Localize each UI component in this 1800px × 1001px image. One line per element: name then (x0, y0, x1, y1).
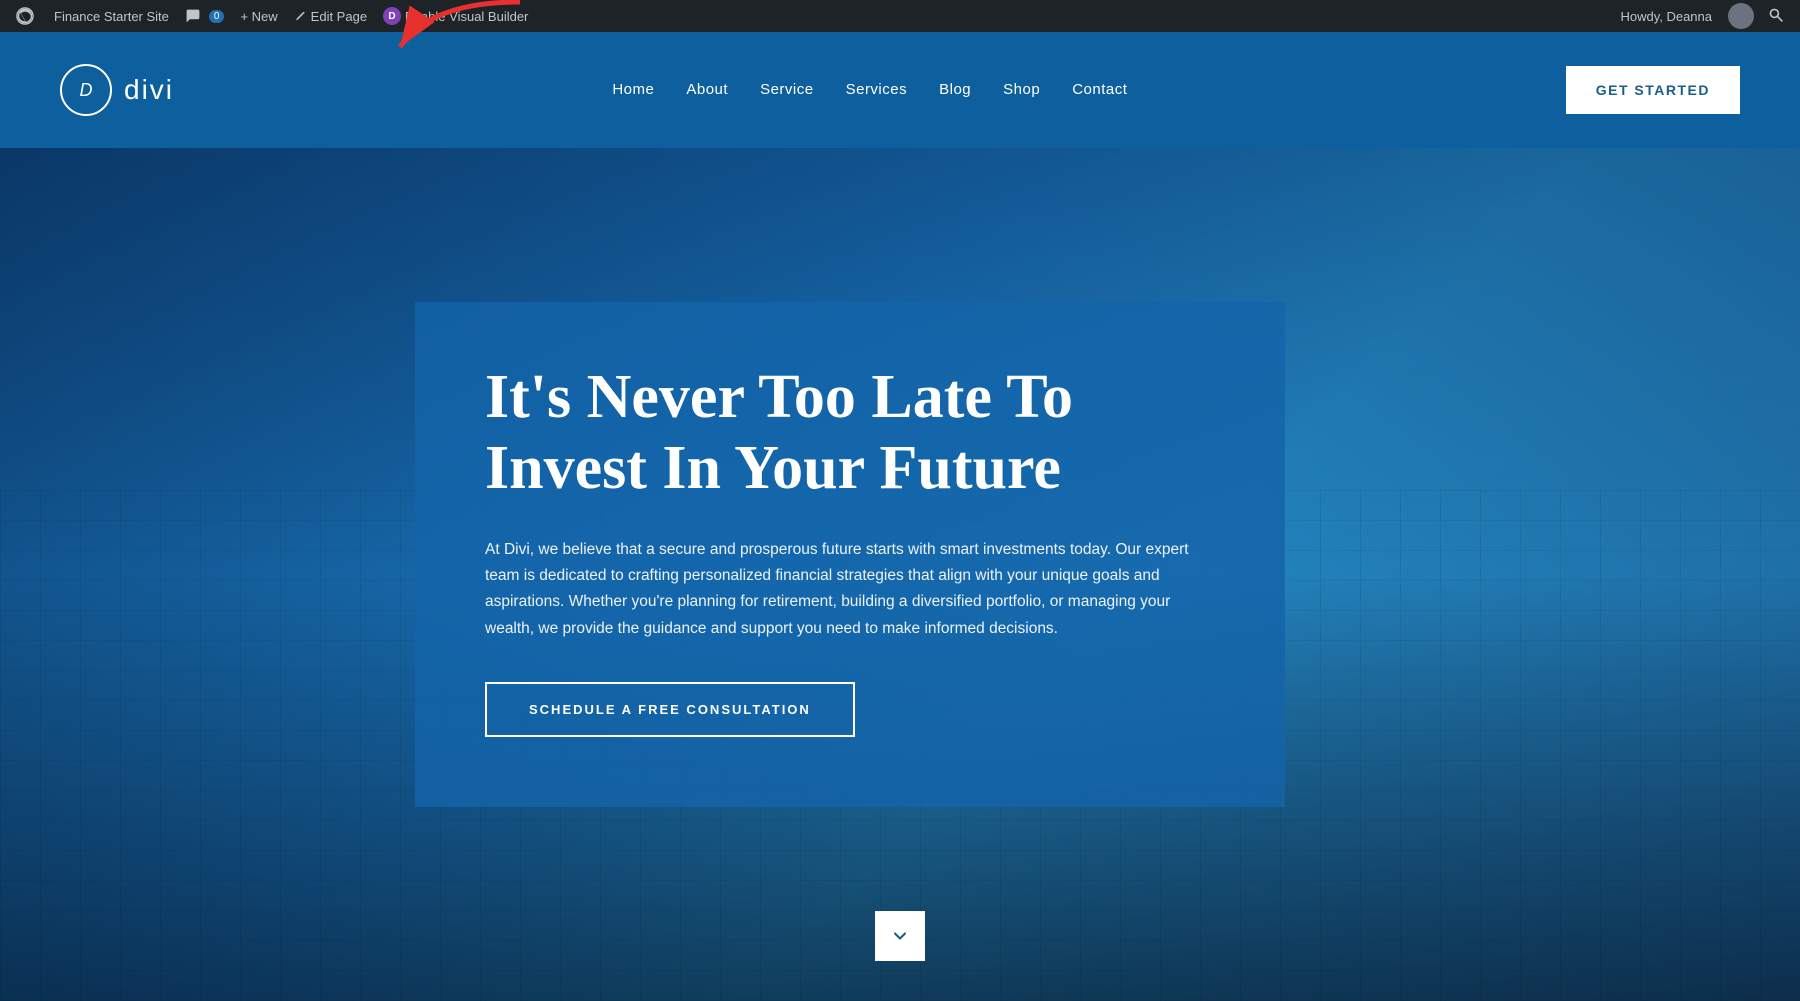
scroll-down-button[interactable] (875, 911, 925, 961)
nav-services[interactable]: Services (846, 77, 908, 104)
hero-section: It's Never Too Late To Invest In Your Fu… (0, 148, 1800, 1001)
chevron-down-icon (890, 926, 910, 946)
red-arrow (350, 0, 530, 67)
hero-description: At Divi, we believe that a secure and pr… (485, 537, 1215, 642)
nav-shop[interactable]: Shop (1003, 77, 1040, 104)
cta-button[interactable]: SCHEDULE A FREE CONSULTATION (485, 682, 855, 737)
wp-logo-item[interactable] (8, 0, 46, 32)
comment-count: 0 (209, 10, 225, 23)
search-icon[interactable] (1760, 7, 1792, 26)
site-name-label: Finance Starter Site (54, 9, 169, 24)
logo-initial: D (80, 80, 93, 101)
admin-bar: Finance Starter Site 0 + New Edit Page D… (0, 0, 1800, 32)
main-nav: Home About Service Services Blog Shop Co… (612, 77, 1127, 104)
nav-about[interactable]: About (686, 77, 728, 104)
logo-circle: D (60, 64, 112, 116)
user-avatar (1728, 3, 1754, 29)
admin-bar-right: Howdy, Deanna (1610, 3, 1792, 29)
nav-home[interactable]: Home (612, 77, 654, 104)
hero-title: It's Never Too Late To Invest In Your Fu… (485, 362, 1215, 505)
new-item[interactable]: + New (232, 0, 285, 32)
howdy-label: Howdy, Deanna (1610, 9, 1722, 24)
comments-item[interactable]: 0 (177, 0, 233, 32)
nav-contact[interactable]: Contact (1072, 77, 1127, 104)
get-started-button[interactable]: GET STARTED (1566, 66, 1740, 114)
nav-blog[interactable]: Blog (939, 77, 971, 104)
site-name-item[interactable]: Finance Starter Site (46, 0, 177, 32)
new-label: + New (240, 9, 277, 24)
hero-card: It's Never Too Late To Invest In Your Fu… (415, 302, 1285, 807)
logo-text: divi (124, 74, 174, 106)
logo[interactable]: D divi (60, 64, 174, 116)
nav-service[interactable]: Service (760, 77, 814, 104)
site-header: D divi Home About Service Services Blog … (0, 32, 1800, 148)
